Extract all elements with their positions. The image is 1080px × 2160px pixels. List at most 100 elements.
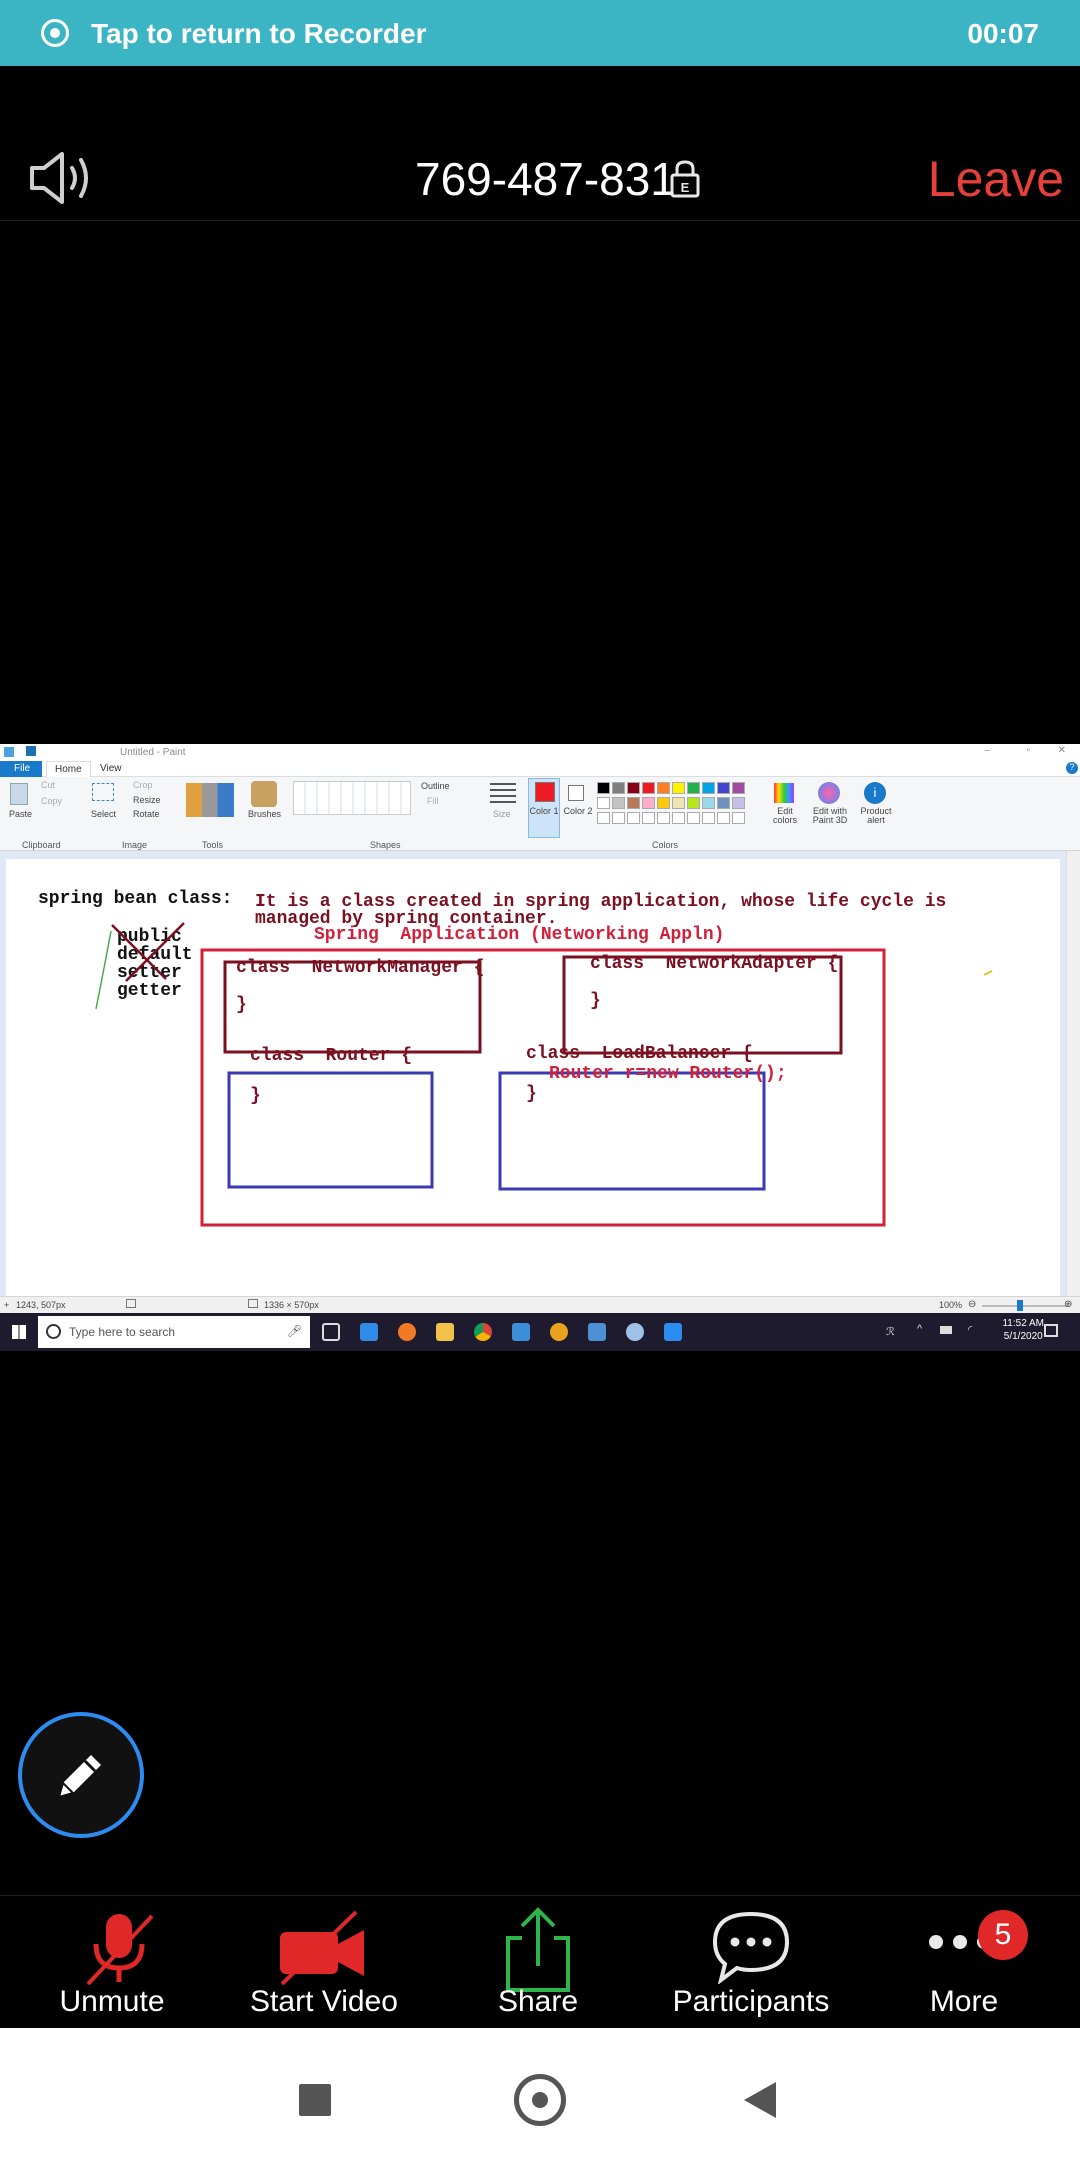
tab-view[interactable]: View <box>100 763 122 774</box>
palette-swatch[interactable] <box>672 782 685 794</box>
fill-button[interactable]: Fill <box>427 796 439 806</box>
paint3d-icon[interactable] <box>818 782 840 804</box>
palette-swatch[interactable] <box>732 797 745 809</box>
outline-button[interactable]: Outline <box>421 781 450 791</box>
shapes-gallery[interactable] <box>293 781 411 815</box>
paste-button[interactable]: Paste <box>9 809 32 819</box>
palette-swatch[interactable] <box>597 797 610 809</box>
palette-swatch[interactable] <box>687 797 700 809</box>
store-icon[interactable] <box>588 1323 606 1341</box>
paste-icon[interactable] <box>10 783 28 805</box>
annotate-button[interactable] <box>18 1712 144 1838</box>
edit-colors-icon[interactable] <box>774 783 794 803</box>
product-alert-button[interactable]: Product alert <box>858 807 894 825</box>
zoom-slider[interactable] <box>982 1305 1068 1307</box>
strike-mark <box>111 922 185 982</box>
color2-swatch[interactable] <box>568 785 584 801</box>
windows-start-icon[interactable] <box>12 1325 26 1339</box>
return-to-recorder-banner[interactable]: Tap to return to Recorder 00:07 <box>0 0 1080 66</box>
more-button[interactable]: More <box>856 1896 1072 2029</box>
rotate-button[interactable]: Rotate <box>133 809 160 819</box>
chevron-up-icon[interactable]: ^ <box>917 1323 922 1335</box>
vertical-scrollbar[interactable] <box>1066 851 1080 1331</box>
palette-swatch[interactable] <box>627 797 640 809</box>
size-icon[interactable] <box>490 783 516 805</box>
resize-button[interactable]: Resize <box>133 795 161 805</box>
empty-palette-swatch[interactable] <box>717 812 730 824</box>
palette-swatch[interactable] <box>732 782 745 794</box>
size-button[interactable]: Size <box>493 809 511 819</box>
drawing-canvas[interactable]: spring bean class: It is a class created… <box>6 859 1060 1325</box>
empty-palette-swatch[interactable] <box>642 812 655 824</box>
palette-swatch[interactable] <box>717 797 730 809</box>
select-button[interactable]: Select <box>91 809 116 819</box>
edge-icon[interactable] <box>360 1323 378 1341</box>
mail-icon[interactable] <box>512 1323 530 1341</box>
speaker-icon[interactable] <box>28 150 94 206</box>
edit-with-paint3d-button[interactable]: Edit with Paint 3D <box>808 807 852 825</box>
wifi-icon[interactable]: ◜ <box>968 1323 972 1336</box>
minimize-icon[interactable]: – <box>984 745 990 756</box>
empty-palette-swatch[interactable] <box>687 812 700 824</box>
palette-swatch[interactable] <box>597 782 610 794</box>
select-icon[interactable] <box>92 783 114 801</box>
info-icon[interactable]: i <box>864 782 886 804</box>
close-icon[interactable]: ✕ <box>1058 745 1066 756</box>
empty-palette-swatch[interactable] <box>657 812 670 824</box>
zoom-taskbar-icon[interactable] <box>664 1323 682 1341</box>
chrome-canary-icon[interactable] <box>550 1323 568 1341</box>
chrome-icon[interactable] <box>474 1323 492 1341</box>
brushes-button[interactable]: Brushes <box>248 809 281 819</box>
empty-palette-swatch[interactable] <box>612 812 625 824</box>
brush-icon[interactable] <box>251 781 277 807</box>
palette-swatch[interactable] <box>612 797 625 809</box>
palette-swatch[interactable] <box>642 797 655 809</box>
paint-taskbar-icon[interactable] <box>626 1323 644 1341</box>
leave-button[interactable]: Leave <box>928 150 1064 208</box>
help-icon[interactable]: ? <box>1066 762 1078 774</box>
palette-swatch[interactable] <box>702 782 715 794</box>
empty-palette-swatch[interactable] <box>597 812 610 824</box>
palette-swatch[interactable] <box>642 782 655 794</box>
copy-button[interactable]: Copy <box>41 796 62 806</box>
file-explorer-icon[interactable] <box>436 1323 454 1341</box>
save-icon[interactable] <box>26 746 36 756</box>
taskbar-search-box[interactable]: Type here to search 🎤︎ <box>38 1316 310 1348</box>
palette-swatch[interactable] <box>717 782 730 794</box>
palette-swatch[interactable] <box>612 782 625 794</box>
zoom-slider-thumb[interactable] <box>1017 1300 1023 1311</box>
palette-swatch[interactable] <box>687 782 700 794</box>
palette-swatch[interactable] <box>657 797 670 809</box>
maximize-icon[interactable]: ▫ <box>1026 745 1030 756</box>
crop-button[interactable]: Crop <box>133 780 153 790</box>
palette-swatch[interactable] <box>657 782 670 794</box>
battery-icon[interactable] <box>940 1326 952 1334</box>
empty-palette-swatch[interactable] <box>627 812 640 824</box>
cut-button[interactable]: Cut <box>41 780 55 790</box>
zoom-in-icon[interactable]: ⊕ <box>1064 1299 1072 1310</box>
firefox-icon[interactable] <box>398 1323 416 1341</box>
ribbon-tabs: File Home View ? <box>0 761 1080 777</box>
unmute-button[interactable]: Unmute <box>4 1896 220 2029</box>
palette-swatch[interactable] <box>627 782 640 794</box>
recents-icon[interactable] <box>299 2084 331 2116</box>
people-icon[interactable]: ℛ <box>886 1325 895 1338</box>
empty-palette-swatch[interactable] <box>732 812 745 824</box>
start-video-button[interactable]: Start Video <box>216 1896 432 2029</box>
tab-home[interactable]: Home <box>46 761 91 777</box>
palette-swatch[interactable] <box>702 797 715 809</box>
back-icon[interactable] <box>742 2080 778 2120</box>
taskbar-clock[interactable]: 11:52 AM 5/1/2020 <box>1002 1317 1044 1343</box>
edit-colors-button[interactable]: Edit colors <box>770 807 800 825</box>
tools-icons[interactable] <box>186 783 234 817</box>
zoom-out-icon[interactable]: ⊖ <box>968 1299 976 1310</box>
notifications-icon[interactable] <box>1044 1324 1058 1337</box>
share-button[interactable]: Share <box>430 1896 646 2029</box>
tab-file[interactable]: File <box>0 761 42 777</box>
empty-palette-swatch[interactable] <box>672 812 685 824</box>
microphone-icon[interactable]: 🎤︎ <box>287 1324 302 1338</box>
palette-swatch[interactable] <box>672 797 685 809</box>
task-view-icon[interactable] <box>322 1323 340 1341</box>
empty-palette-swatch[interactable] <box>702 812 715 824</box>
participants-button[interactable]: Participants <box>643 1896 859 2029</box>
